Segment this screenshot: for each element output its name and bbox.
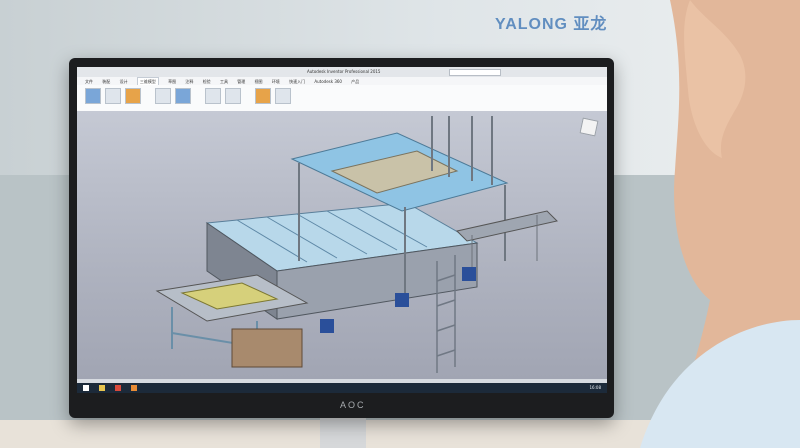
- ribbon-pattern-icon[interactable]: [125, 88, 141, 104]
- photo-scene: YALONG 亚龙 AOC Autodesk Inventor Professi…: [0, 0, 800, 448]
- windows-taskbar: 16:08: [77, 383, 607, 393]
- autodesk-inventor-icon[interactable]: [115, 385, 121, 391]
- ribbon-tabs: 文件 装配 设计 三维模型 草图 注释 检验 工具 管理 视图 环境 快速入门 …: [77, 77, 607, 86]
- person-foreground: [640, 0, 800, 448]
- machine-3d-model: [155, 116, 558, 373]
- wall-sign-text: YALONG 亚龙: [495, 16, 608, 33]
- app-icon[interactable]: [131, 385, 137, 391]
- ribbon-move-icon[interactable]: [205, 88, 221, 104]
- monitor-brand-label: AOC: [340, 400, 366, 410]
- search-input[interactable]: [449, 69, 501, 76]
- ribbon-bom-icon[interactable]: [275, 88, 291, 104]
- monitor-screen: Autodesk Inventor Professional 2015 文件 装…: [77, 67, 607, 393]
- taskbar-clock: 16:08: [589, 385, 601, 390]
- ribbon-create-icon[interactable]: [105, 88, 121, 104]
- file-explorer-icon[interactable]: [99, 385, 105, 391]
- windows-start-icon[interactable]: [83, 385, 89, 391]
- ribbon-rotate-icon[interactable]: [225, 88, 241, 104]
- ribbon-joint-icon[interactable]: [175, 88, 191, 104]
- ribbon-frame-icon[interactable]: [255, 88, 271, 104]
- viewcube-icon[interactable]: [579, 117, 599, 137]
- 3d-viewport[interactable]: [77, 111, 607, 379]
- ribbon-toolbar: [77, 85, 607, 112]
- ribbon-constrain-icon[interactable]: [155, 88, 171, 104]
- monitor-stand: [320, 418, 366, 448]
- app-title: Autodesk Inventor Professional 2015: [307, 69, 381, 74]
- ribbon-place-icon[interactable]: [85, 88, 101, 104]
